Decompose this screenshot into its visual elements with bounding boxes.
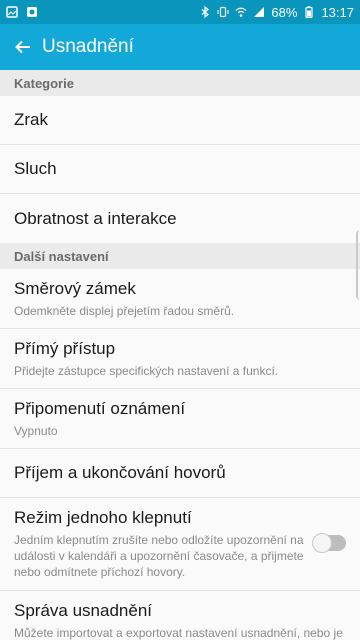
list-item-title: Správa usnadnění (14, 601, 152, 620)
list-item-call-answering[interactable]: Příjem a ukončování hovorů (0, 449, 360, 498)
single-tap-toggle[interactable] (312, 533, 346, 553)
list-item-single-tap-mode[interactable]: Režim jednoho klepnutí Jedním klepnutím … (0, 498, 360, 591)
status-left-icons (6, 6, 38, 18)
back-button[interactable] (12, 36, 34, 58)
app-notification-icon (27, 7, 37, 17)
section-header-categories: Kategorie (0, 70, 360, 96)
list-item-notification-reminder[interactable]: Připomenutí oznámení Vypnuto (0, 389, 360, 449)
list-item-title: Režim jednoho klepnutí (14, 508, 192, 527)
image-notification-icon (6, 6, 18, 18)
arrow-left-icon (15, 40, 30, 54)
list-item-title: Připomenutí oznámení (14, 399, 186, 418)
list-item-title: Příjem a ukončování hovorů (14, 463, 226, 482)
list-item-subtitle: Odemkněte displej přejetím řadou směrů. (14, 304, 235, 318)
list-item-dexterity[interactable]: Obratnost a interakce (0, 194, 360, 243)
list-item-subtitle: Můžete importovat a exportovat nastavení… (14, 626, 343, 640)
list-item-vision[interactable]: Zrak (0, 96, 360, 145)
vibrate-icon (217, 6, 229, 18)
page-title: Usnadnění (42, 36, 134, 57)
list-item-swipe-lock[interactable]: Směrový zámek Odemkněte displej přejetím… (0, 269, 360, 329)
wifi-icon (235, 7, 247, 17)
list-item-title: Přímý přístup (14, 339, 116, 358)
section-header-more-settings: Další nastavení (0, 243, 360, 269)
list-item-direct-access[interactable]: Přímý přístup Přidejte zástupce specific… (0, 329, 360, 389)
list-item-subtitle: Přidejte zástupce specifických nastavení… (14, 364, 279, 378)
battery-icon (305, 6, 314, 18)
bluetooth-icon (202, 6, 210, 18)
list-item-manage-accessibility[interactable]: Správa usnadnění Můžete importovat a exp… (0, 591, 360, 640)
list-item-subtitle: Jedním klepnutím zrušíte nebo odložíte u… (14, 533, 304, 579)
toggle-knob (312, 533, 332, 553)
signal-icon (254, 7, 265, 17)
settings-list[interactable]: Kategorie Zrak Sluch Obratnost a interak… (0, 70, 360, 640)
list-item-title: Obratnost a interakce (14, 208, 177, 228)
status-bar: 68% 13:17 (0, 0, 360, 24)
status-right-icons: 68% 13:17 (199, 5, 354, 20)
clock: 13:17 (321, 4, 354, 20)
list-item-subtitle: Vypnuto (14, 424, 58, 438)
edge-panel-handle[interactable] (356, 230, 360, 300)
battery-percentage: 68% (271, 4, 298, 20)
list-item-hearing[interactable]: Sluch (0, 145, 360, 194)
list-item-title: Zrak (14, 110, 48, 129)
list-item-title: Směrový zámek (14, 279, 136, 298)
list-item-title: Sluch (14, 159, 57, 178)
app-bar: Usnadnění (0, 24, 360, 70)
